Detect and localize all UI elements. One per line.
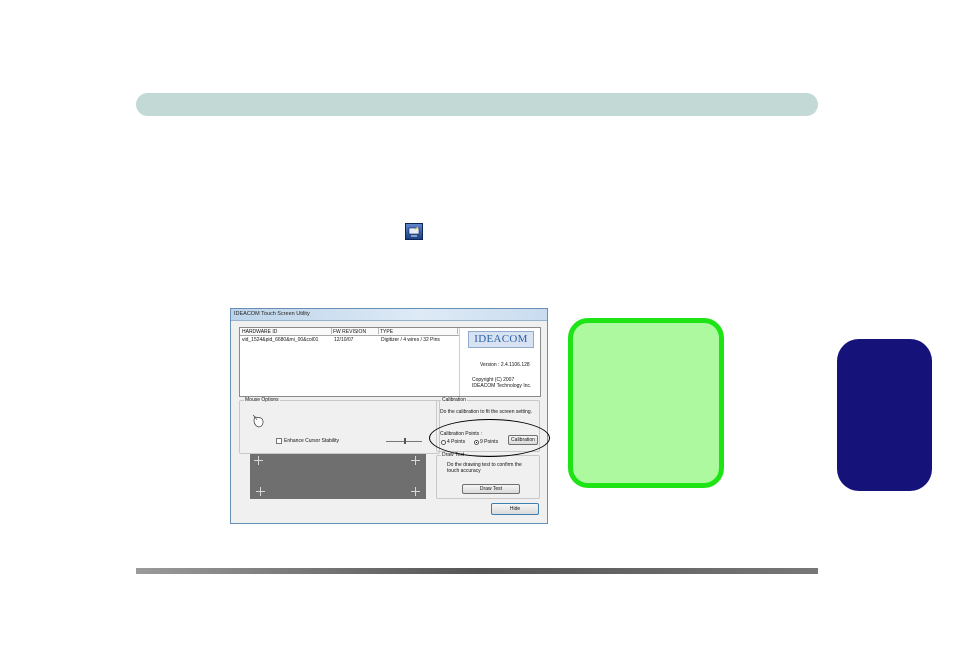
chapter-side-tab — [837, 339, 932, 491]
enhance-cursor-checkbox[interactable] — [276, 438, 282, 444]
cell-fw-revision: 12/10/07 — [334, 337, 354, 343]
window-titlebar[interactable]: IDEACOM Touch Screen Utility — [231, 309, 547, 321]
draw-test-group: Draw Test Do the drawing test to confirm… — [436, 452, 540, 499]
ideacom-logo: IDEACOM — [468, 331, 534, 348]
version-text: Version : 2.4.1106.128 — [480, 362, 530, 368]
touch-preview-area[interactable] — [250, 454, 426, 499]
footer-rule — [136, 568, 818, 574]
mouse-icon — [252, 414, 264, 428]
hide-button[interactable]: Hide — [491, 503, 539, 515]
company-text: IDEACOM Technology Inc. — [472, 383, 532, 389]
crosshair-top-left-icon — [254, 456, 263, 465]
crosshair-bottom-right-icon — [411, 487, 420, 496]
page-header-bar — [136, 93, 818, 116]
touch-screen-utility-window: IDEACOM Touch Screen Utility HARDWARE ID… — [230, 308, 548, 524]
mouse-options-title: Mouse Options — [244, 397, 280, 403]
column-header-hardware-id[interactable]: HARDWARE ID — [242, 328, 332, 335]
calibration-description: Do the calibration to fit the screen set… — [440, 409, 532, 415]
crosshair-top-right-icon — [411, 456, 420, 465]
hardware-table: HARDWARE ID FW REVISION TYPE vid_1524&pi… — [240, 328, 460, 396]
calibration-callout-ellipse — [429, 419, 550, 457]
column-header-fw-revision[interactable]: FW REVISION — [333, 328, 379, 335]
enhance-cursor-label: Enhance Cursor Stability — [284, 438, 340, 444]
column-header-type[interactable]: TYPE — [380, 328, 458, 335]
mouse-options-group: Mouse Options Enhance Cursor Stability — [239, 397, 440, 454]
window-title: IDEACOM Touch Screen Utility — [234, 311, 310, 317]
stability-slider-thumb[interactable] — [404, 438, 406, 444]
cell-hardware-id: vid_1524&pid_6680&mi_00&col01 — [242, 337, 319, 343]
note-box — [568, 318, 724, 488]
cell-type: Digitizer / 4 wires / 32 Pins — [381, 337, 440, 343]
calibration-title: Calibration — [441, 397, 467, 403]
touch-utility-tray-icon[interactable] — [405, 223, 423, 240]
draw-test-description-line2: touch accuracy — [447, 468, 481, 474]
crosshair-bottom-left-icon — [256, 487, 265, 496]
draw-test-button[interactable]: Draw Test — [462, 484, 520, 494]
hardware-table-header: HARDWARE ID FW REVISION TYPE — [240, 328, 459, 336]
table-row[interactable]: vid_1524&pid_6680&mi_00&col01 12/10/07 D… — [240, 336, 459, 343]
hardware-panel: HARDWARE ID FW REVISION TYPE vid_1524&pi… — [239, 327, 541, 397]
